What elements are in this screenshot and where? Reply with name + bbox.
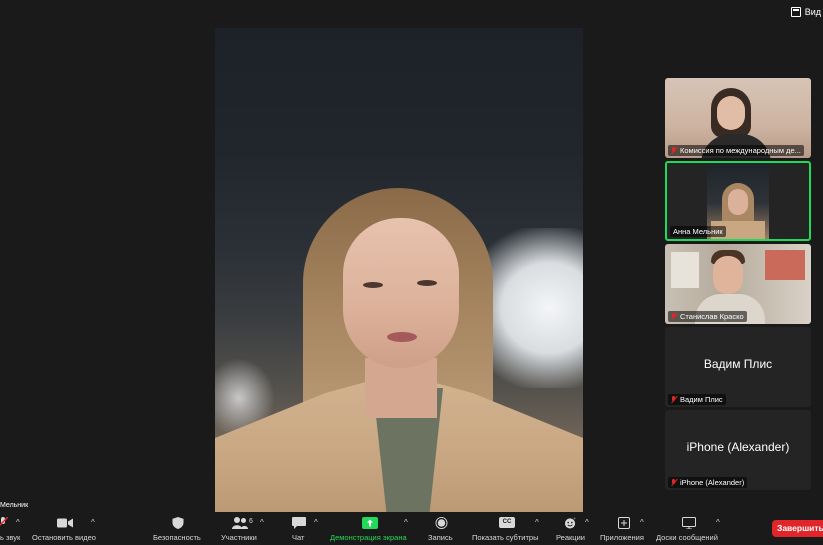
speaker-eye-left <box>363 282 383 288</box>
audio-label: ь звук <box>0 533 21 542</box>
participant-tile[interactable]: iPhone (Alexander) iPhone (Alexander) <box>665 410 811 490</box>
record-button[interactable]: Запись <box>426 512 460 545</box>
active-speaker-video[interactable] <box>215 28 583 512</box>
chevron-up-icon[interactable]: ^ <box>535 518 539 527</box>
top-bar: Вид <box>0 0 823 28</box>
chevron-up-icon[interactable]: ^ <box>585 518 589 527</box>
mic-muted-icon <box>671 395 677 404</box>
captions-label: Показать субтитры <box>472 533 539 542</box>
apps-button[interactable]: Приложения ^ <box>600 512 652 545</box>
chevron-up-icon[interactable]: ^ <box>314 518 318 527</box>
audio-button[interactable]: ь звук ^ <box>0 512 26 545</box>
security-label: Безопасность <box>153 533 201 542</box>
security-button[interactable]: Безопасность <box>150 512 210 545</box>
reactions-label: Реакции <box>556 533 585 542</box>
speaker-eye-right <box>417 280 437 286</box>
participant-name-label: iPhone (Alexander) <box>668 477 748 488</box>
participant-display-name: iPhone (Alexander) <box>686 440 790 454</box>
participant-tile-active[interactable]: Анна Мельник <box>665 161 811 241</box>
chevron-up-icon[interactable]: ^ <box>716 518 720 527</box>
chevron-up-icon[interactable]: ^ <box>260 518 264 527</box>
share-screen-button[interactable]: Демонстрация экрана ^ <box>330 512 420 545</box>
view-button[interactable]: Вид <box>790 5 823 19</box>
view-icon <box>790 7 801 17</box>
chat-icon <box>292 517 306 529</box>
speaker-face <box>343 218 459 368</box>
chevron-up-icon[interactable]: ^ <box>640 518 644 527</box>
view-label: Вид <box>804 7 821 17</box>
chevron-up-icon[interactable]: ^ <box>91 518 95 527</box>
participant-tile[interactable]: Станислав Краско <box>665 244 811 324</box>
participant-face <box>728 189 748 215</box>
participant-name-label: Анна Мельник <box>670 226 726 237</box>
chat-label: Чат <box>292 533 305 542</box>
participant-name: Вадим Плис <box>680 395 723 404</box>
share-screen-label: Демонстрация экрана <box>330 533 407 542</box>
stop-video-button[interactable]: Остановить видео ^ <box>30 512 110 545</box>
speaker-mouth <box>387 332 417 342</box>
share-screen-icon <box>362 517 378 529</box>
participant-tile[interactable]: Комиссия по международным де... <box>665 78 811 158</box>
participant-name-label: Станислав Краско <box>668 311 747 322</box>
chat-button[interactable]: Чат ^ <box>286 512 326 545</box>
participants-button[interactable]: 6 Участники ^ <box>218 512 274 545</box>
closed-captions-icon: CC <box>499 517 515 528</box>
participants-label: Участники <box>221 533 257 542</box>
end-meeting-button[interactable]: Завершить <box>772 520 823 537</box>
participant-display-name: Вадим Плис <box>703 357 773 371</box>
participant-face <box>717 96 745 130</box>
chevron-up-icon[interactable]: ^ <box>16 518 20 527</box>
apps-icon <box>618 517 630 529</box>
wall-poster <box>671 252 699 288</box>
mic-muted-icon <box>671 146 677 155</box>
whiteboards-button[interactable]: Доски сообщений ^ <box>656 512 726 545</box>
participant-name: Анна Мельник <box>673 227 723 236</box>
participant-name-label: Комиссия по международным де... <box>668 145 804 156</box>
record-icon <box>435 517 448 529</box>
stop-video-label: Остановить видео <box>32 533 96 542</box>
apps-label: Приложения <box>600 533 644 542</box>
chevron-up-icon[interactable]: ^ <box>404 518 408 527</box>
participants-icon <box>232 517 248 529</box>
record-label: Запись <box>428 533 453 542</box>
meeting-stage: Комиссия по международным де... Анна Мел… <box>0 28 823 512</box>
smiley-plus-icon: + <box>564 517 576 529</box>
participant-name-label: Вадим Плис <box>668 394 726 405</box>
participant-name: iPhone (Alexander) <box>680 478 745 487</box>
mic-muted-icon <box>671 478 677 487</box>
captions-button[interactable]: CC Показать субтитры ^ <box>472 512 548 545</box>
svg-text:+: + <box>573 517 576 521</box>
participant-name: Комиссия по международным де... <box>680 146 801 155</box>
shield-icon <box>172 517 184 529</box>
reactions-button[interactable]: + Реакции ^ <box>554 512 594 545</box>
participant-name: Станислав Краско <box>680 312 744 321</box>
participant-tile[interactable]: Вадим Плис Вадим Плис <box>665 327 811 407</box>
participant-face <box>713 256 743 294</box>
whiteboard-icon <box>682 517 696 529</box>
mic-muted-icon <box>671 312 677 321</box>
meeting-toolbar: ь звук ^ Остановить видео ^ Безопасность… <box>0 512 823 545</box>
participants-count: 6 <box>249 518 253 525</box>
self-view-name-label: Мельник <box>0 502 29 509</box>
mic-muted-icon <box>0 517 8 527</box>
wall-poster <box>765 250 805 280</box>
video-camera-icon <box>57 518 73 528</box>
whiteboards-label: Доски сообщений <box>656 533 718 542</box>
